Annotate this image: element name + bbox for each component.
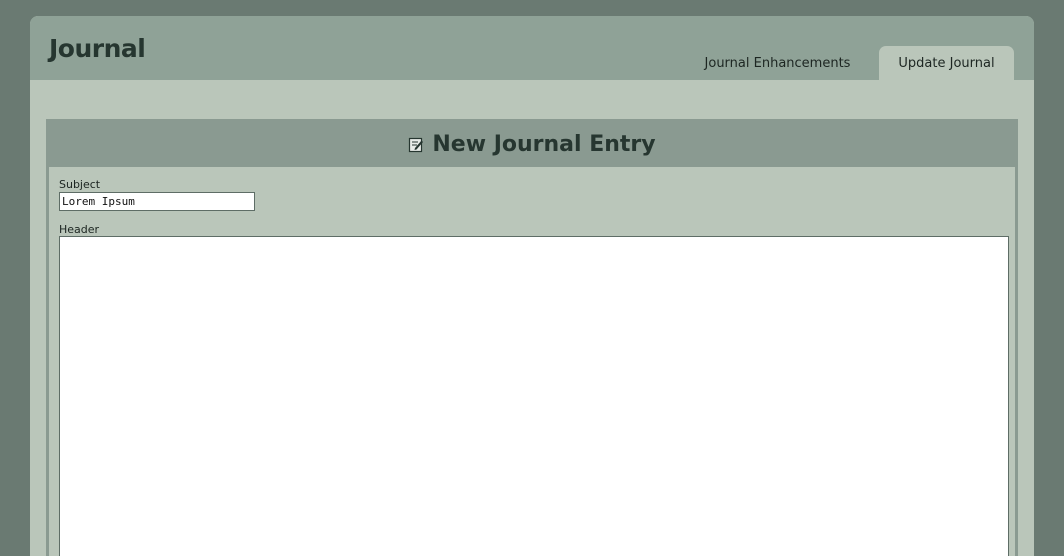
edit-icon — [408, 136, 424, 153]
panel-header: New Journal Entry — [49, 122, 1015, 167]
panel-title: New Journal Entry — [432, 132, 656, 157]
app-title: Journal — [49, 34, 146, 63]
journal-window: Journal Journal Enhancements Update Jour… — [30, 16, 1034, 556]
subject-label: Subject — [59, 178, 101, 191]
tab-update-journal[interactable]: Update Journal — [879, 46, 1014, 80]
tab-journal-enhancements[interactable]: Journal Enhancements — [695, 46, 860, 80]
header-label: Header — [59, 223, 100, 236]
new-entry-panel: New Journal Entry Subject Header — [46, 119, 1018, 556]
subject-input[interactable] — [59, 192, 255, 211]
header-textarea[interactable] — [59, 236, 1009, 556]
title-bar: Journal Journal Enhancements Update Jour… — [30, 16, 1034, 80]
